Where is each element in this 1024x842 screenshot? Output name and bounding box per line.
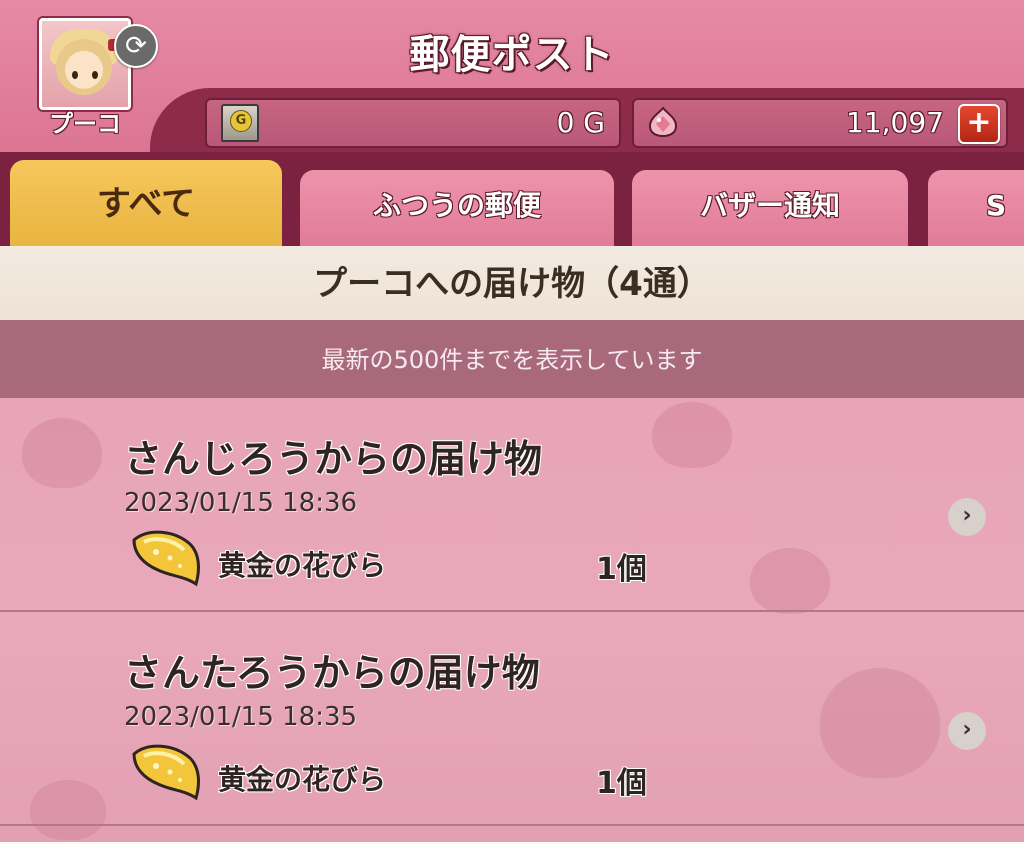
item-quantity: 1個	[596, 552, 647, 587]
gem-icon	[648, 106, 678, 138]
mail-sender: さんたろうからの届け物	[124, 651, 540, 695]
open-mail-button[interactable]: ›	[948, 712, 986, 750]
gold-counter: G 0 G	[205, 98, 621, 148]
avatar[interactable]	[39, 18, 131, 110]
mail-item[interactable]: さんたろうからの届け物 2023/01/15 18:35 黄金の花びら 1個 ›	[0, 612, 1024, 826]
open-mail-button[interactable]: ›	[948, 498, 986, 536]
tab-bar: すべて ふつうの郵便 バザー通知 S	[0, 152, 1024, 246]
item-name: 黄金の花びら	[218, 763, 387, 796]
gem-value: 11,097	[846, 106, 944, 139]
header-bar: 郵便ポスト ⟳ プーコ G 0 G 11,097 +	[0, 0, 1024, 152]
gold-bank-icon: G	[221, 104, 259, 142]
add-gems-button[interactable]: +	[958, 104, 1000, 144]
tab-normal-mail[interactable]: ふつうの郵便	[300, 170, 614, 246]
gem-counter: 11,097 +	[632, 98, 1008, 148]
mail-list: さんじろうからの届け物 2023/01/15 18:36 黄金の花びら 1個 ›…	[0, 398, 1024, 842]
item-quantity: 1個	[596, 766, 647, 801]
avatar-eye-left	[72, 71, 78, 79]
mail-sender: さんじろうからの届け物	[124, 437, 543, 481]
gold-value: 0 G	[556, 106, 605, 139]
mail-date: 2023/01/15 18:36	[124, 488, 358, 518]
section-title: プーコへの届け物（4通）	[0, 246, 1024, 320]
mail-item[interactable]: さんじろうからの届け物 2023/01/15 18:36 黄金の花びら 1個 ›	[0, 398, 1024, 612]
tab-s[interactable]: S	[928, 170, 1024, 246]
avatar-eye-right	[92, 71, 98, 79]
player-name: プーコ	[49, 110, 121, 138]
refresh-icon[interactable]: ⟳	[114, 24, 158, 68]
notice-text: 最新の500件までを表示しています	[0, 320, 1024, 398]
item-name: 黄金の花びら	[218, 549, 387, 582]
avatar-face	[56, 39, 112, 95]
golden-petal-icon	[132, 744, 200, 801]
tab-bazaar-notice[interactable]: バザー通知	[632, 170, 908, 246]
mail-date: 2023/01/15 18:35	[124, 702, 358, 732]
gold-coin-letter: G	[230, 110, 252, 132]
golden-petal-icon	[132, 530, 200, 587]
tab-all[interactable]: すべて	[10, 160, 282, 246]
